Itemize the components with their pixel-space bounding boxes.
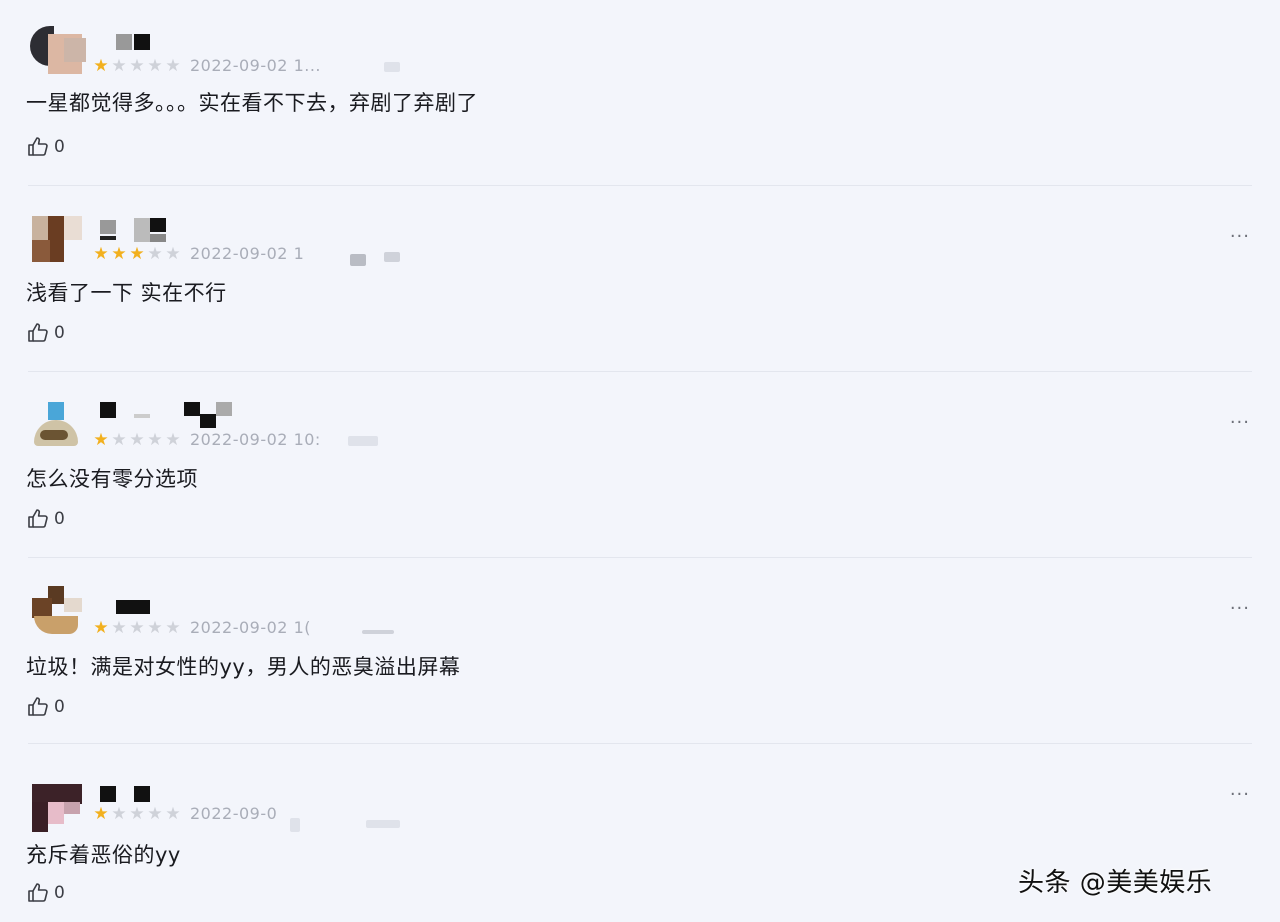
avatar[interactable] — [30, 586, 84, 640]
review-item: ★ ★ ★ ★ ★ 2022-09-02 1... 一星都觉得多。。。实在看不下去，弃剧… — [0, 0, 1280, 186]
star-rating: ★ ★ ★ ★ ★ — [92, 56, 182, 76]
review-time: 2022-09-02 1 — [190, 244, 305, 263]
star-icon: ★ — [93, 804, 109, 824]
star-rating: ★ ★ ★ ★ ★ — [92, 430, 182, 450]
review-content: 一星都觉得多。。。实在看不下去，弃剧了弃剧了 — [26, 91, 478, 115]
watermark: 头条 @美美娱乐 — [1018, 868, 1213, 898]
like-button[interactable]: 0 — [26, 320, 65, 346]
review-time: 2022-09-02 10: — [190, 430, 321, 449]
star-icon: ★ — [111, 244, 127, 264]
avatar[interactable] — [30, 402, 84, 456]
star-icon: ★ — [111, 804, 127, 824]
review-content: 垃圾！满是对女性的yy，男人的恶臭溢出屏幕 — [26, 655, 461, 679]
username-masked[interactable] — [100, 594, 230, 616]
review-time: 2022-09-02 1... — [190, 56, 322, 75]
like-button[interactable]: 0 — [26, 134, 65, 160]
review-time: 2022-09-0 — [190, 804, 278, 823]
thumbs-up-icon — [26, 135, 50, 159]
star-rating: ★ ★ ★ ★ ★ — [92, 244, 182, 264]
star-icon: ★ — [165, 618, 181, 638]
review-time: 2022-09-02 1( — [190, 618, 311, 637]
like-button[interactable]: 0 — [26, 506, 65, 532]
more-options-icon[interactable]: ··· — [1230, 228, 1250, 246]
thumbs-up-icon — [26, 507, 50, 531]
like-count: 0 — [54, 509, 65, 529]
blurred-text — [290, 818, 300, 832]
star-icon: ★ — [111, 618, 127, 638]
star-icon: ★ — [129, 618, 145, 638]
star-icon: ★ — [111, 56, 127, 76]
username-masked[interactable] — [100, 30, 230, 52]
star-icon: ★ — [165, 56, 181, 76]
avatar[interactable] — [30, 24, 86, 78]
star-icon: ★ — [93, 244, 109, 264]
star-icon: ★ — [129, 430, 145, 450]
more-options-icon[interactable]: ··· — [1230, 414, 1250, 432]
star-icon: ★ — [111, 430, 127, 450]
review-item: ★ ★ ★ ★ ★ 2022-09-02 1 浅看了一下 实在不行 0 ··· — [0, 186, 1280, 372]
star-rating: ★ ★ ★ ★ ★ — [92, 804, 182, 824]
thumbs-up-icon — [26, 695, 50, 719]
blurred-text — [384, 252, 400, 262]
like-button[interactable]: 0 — [26, 880, 65, 906]
thumbs-up-icon — [26, 321, 50, 345]
star-rating: ★ ★ ★ ★ ★ — [92, 618, 182, 638]
star-icon: ★ — [129, 56, 145, 76]
thumbs-up-icon — [26, 881, 50, 905]
star-icon: ★ — [147, 244, 163, 264]
star-icon: ★ — [147, 804, 163, 824]
star-icon: ★ — [165, 430, 181, 450]
star-icon: ★ — [147, 618, 163, 638]
like-count: 0 — [54, 323, 65, 343]
star-icon: ★ — [165, 804, 181, 824]
star-icon: ★ — [129, 244, 145, 264]
username-masked[interactable] — [100, 216, 230, 242]
star-icon: ★ — [93, 618, 109, 638]
like-count: 0 — [54, 137, 65, 157]
like-button[interactable]: 0 — [26, 694, 65, 720]
blurred-text — [384, 62, 400, 72]
more-options-icon[interactable]: ··· — [1230, 786, 1250, 804]
star-icon: ★ — [147, 430, 163, 450]
review-content: 浅看了一下 实在不行 — [26, 281, 227, 305]
more-options-icon[interactable]: ··· — [1230, 600, 1250, 618]
avatar[interactable] — [30, 784, 84, 838]
review-item: ★ ★ ★ ★ ★ 2022-09-02 1( 垃圾！满是对女性的yy，男人的恶臭溢出屏… — [0, 558, 1280, 744]
username-masked[interactable] — [100, 782, 230, 804]
review-content: 怎么没有零分选项 — [26, 467, 198, 491]
blurred-text — [362, 630, 394, 634]
username-masked[interactable] — [100, 400, 232, 428]
review-list: ★ ★ ★ ★ ★ 2022-09-02 1... 一星都觉得多。。。实在看不下去，弃剧… — [0, 0, 1280, 922]
star-icon: ★ — [147, 56, 163, 76]
review-item: ★ ★ ★ ★ ★ 2022-09-02 10: 怎么没有零分选项 0 ··· — [0, 372, 1280, 558]
star-icon: ★ — [93, 430, 109, 450]
like-count: 0 — [54, 697, 65, 717]
blurred-text — [348, 436, 378, 446]
star-icon: ★ — [129, 804, 145, 824]
blurred-text — [350, 254, 366, 266]
star-icon: ★ — [165, 244, 181, 264]
like-count: 0 — [54, 883, 65, 903]
star-icon: ★ — [93, 56, 109, 76]
review-content: 充斥着恶俗的yy — [26, 843, 181, 867]
avatar[interactable] — [30, 216, 84, 270]
blurred-text — [366, 820, 400, 828]
